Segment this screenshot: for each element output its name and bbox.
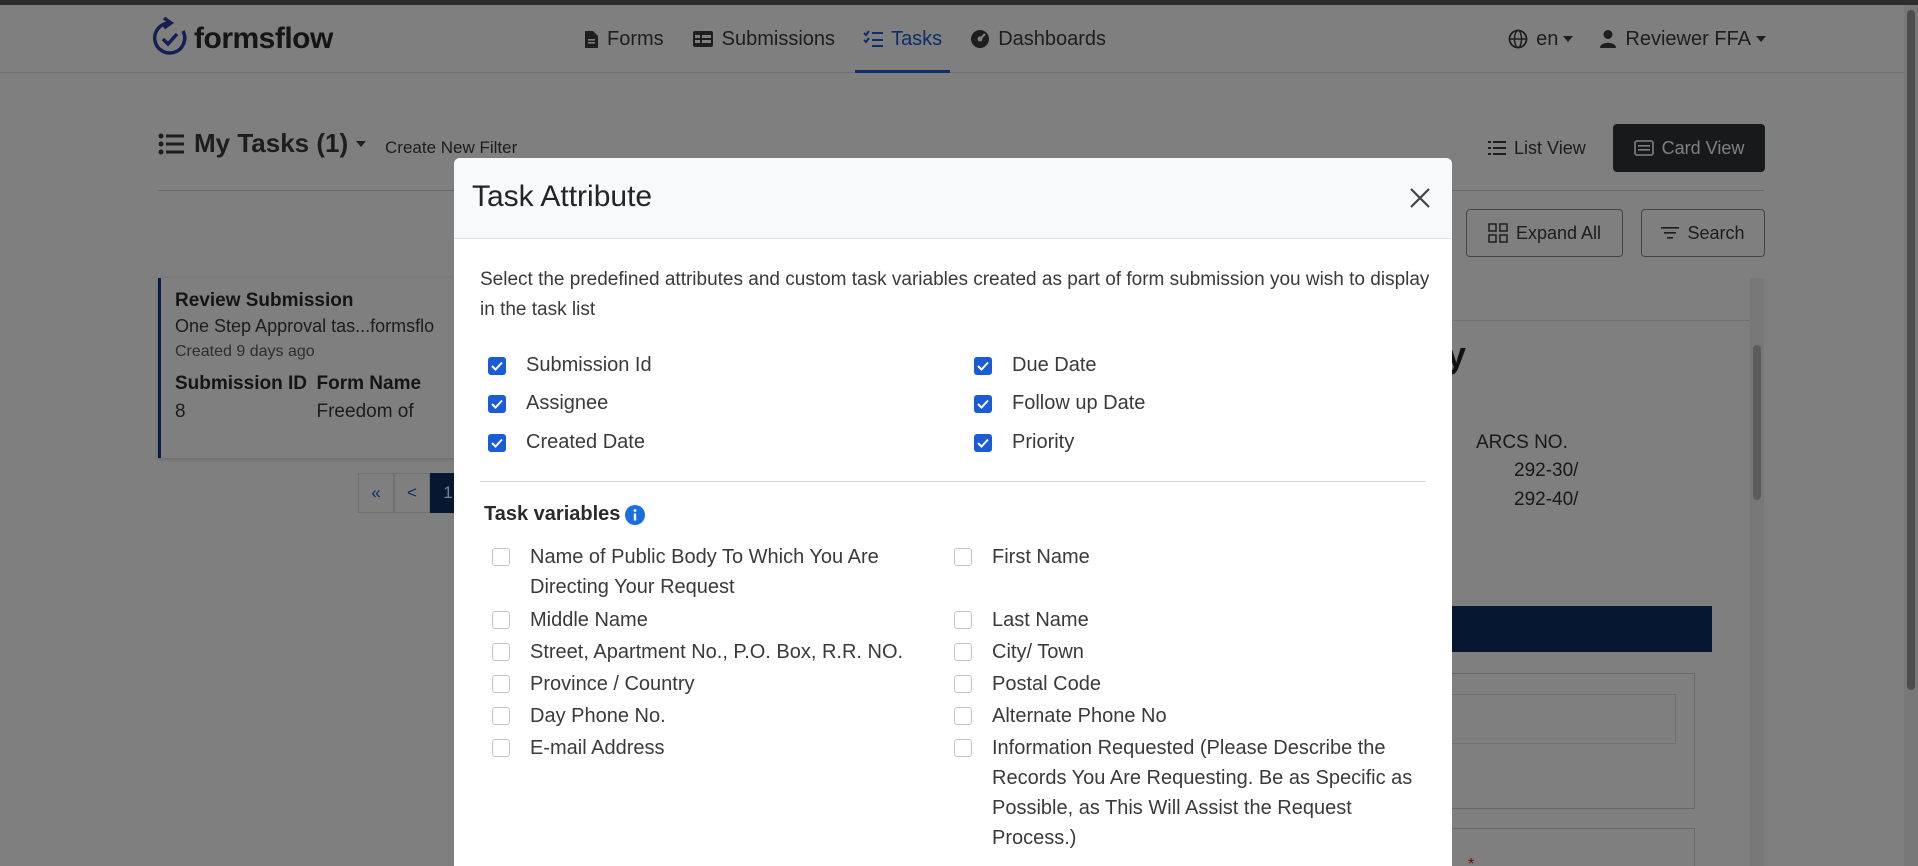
check-icon (977, 399, 989, 409)
variable-label: Postal Code (992, 673, 1101, 695)
check-icon (491, 399, 503, 409)
checkbox-checked[interactable] (974, 356, 992, 375)
checkbox[interactable] (954, 611, 972, 629)
modal-header: Task Attribute (454, 158, 1452, 239)
attribute-submission-id[interactable]: Submission Id (488, 354, 652, 377)
modal-intro-text: Select the predefined attributes and cus… (480, 269, 1430, 320)
variable-label: First Name (992, 546, 1090, 568)
attribute-label: Created Date (526, 431, 645, 453)
variable-label: Street, Apartment No., P.O. Box, R.R. NO… (530, 641, 904, 663)
attribute-label: Priority (1012, 431, 1075, 453)
variable-label: City/ Town (992, 641, 1084, 663)
checkbox[interactable] (954, 643, 972, 661)
variable-label: Alternate Phone No (992, 705, 1167, 727)
attribute-created-date[interactable]: Created Date (488, 431, 645, 454)
checkbox[interactable] (492, 611, 510, 629)
modal-body: Select the predefined attributes and cus… (454, 239, 1452, 866)
variable-middle-name[interactable]: Middle Name (492, 605, 922, 635)
variable-information-requested[interactable]: Information Requested (Please Describe t… (954, 733, 1414, 853)
attribute-label: Due Date (1012, 354, 1097, 376)
checkbox[interactable] (492, 643, 510, 661)
checkbox[interactable] (954, 548, 972, 566)
variable-public-body[interactable]: Name of Public Body To Which You Are Dir… (492, 542, 922, 602)
attribute-priority[interactable]: Priority (974, 431, 1074, 454)
check-icon (491, 361, 503, 371)
variable-first-name[interactable]: First Name (954, 542, 1414, 572)
attribute-assignee[interactable]: Assignee (488, 392, 608, 415)
variable-label: E-mail Address (530, 737, 665, 759)
attribute-label: Submission Id (526, 354, 652, 376)
variable-province[interactable]: Province / Country (492, 669, 922, 699)
checkbox[interactable] (492, 707, 510, 725)
checkbox[interactable] (954, 707, 972, 725)
attribute-label: Follow up Date (1012, 392, 1146, 414)
checkbox[interactable] (954, 739, 972, 757)
attribute-follow-up-date[interactable]: Follow up Date (974, 392, 1145, 415)
task-variables-heading: Task variables (484, 503, 646, 526)
variable-alternate-phone[interactable]: Alternate Phone No (954, 701, 1414, 731)
check-icon (977, 438, 989, 448)
checkbox-checked[interactable] (488, 356, 506, 375)
attribute-due-date[interactable]: Due Date (974, 354, 1097, 377)
variable-label: Province / Country (530, 673, 695, 695)
variable-label: Last Name (992, 609, 1089, 631)
checkbox[interactable] (492, 548, 510, 566)
variable-label: Middle Name (530, 609, 648, 631)
modal-title: Task Attribute (472, 180, 653, 213)
attribute-label: Assignee (526, 392, 609, 414)
variable-day-phone[interactable]: Day Phone No. (492, 701, 922, 731)
variable-label: Information Requested (Please Describe t… (992, 737, 1413, 849)
checkbox-checked[interactable] (974, 433, 992, 452)
task-attribute-modal: Task Attribute Select the predefined att… (454, 158, 1452, 866)
close-button[interactable] (1400, 178, 1440, 218)
task-variables-label: Task variables (484, 503, 621, 525)
close-icon (1410, 188, 1430, 208)
variable-label: Day Phone No. (530, 705, 666, 727)
variable-last-name[interactable]: Last Name (954, 605, 1414, 635)
variable-label: Name of Public Body To Which You Are Dir… (530, 546, 879, 598)
section-divider (480, 481, 1426, 482)
check-icon (977, 361, 989, 371)
variable-city[interactable]: City/ Town (954, 637, 1414, 667)
variable-postal-code[interactable]: Postal Code (954, 669, 1414, 699)
variable-street[interactable]: Street, Apartment No., P.O. Box, R.R. NO… (492, 637, 922, 667)
checkbox[interactable] (492, 675, 510, 693)
check-icon (491, 438, 503, 448)
info-icon[interactable] (625, 504, 646, 525)
checkbox-checked[interactable] (488, 433, 506, 452)
checkbox[interactable] (492, 739, 510, 757)
variable-email[interactable]: E-mail Address (492, 733, 922, 763)
checkbox-checked[interactable] (488, 394, 506, 413)
checkbox-checked[interactable] (974, 394, 992, 413)
checkbox[interactable] (954, 675, 972, 693)
